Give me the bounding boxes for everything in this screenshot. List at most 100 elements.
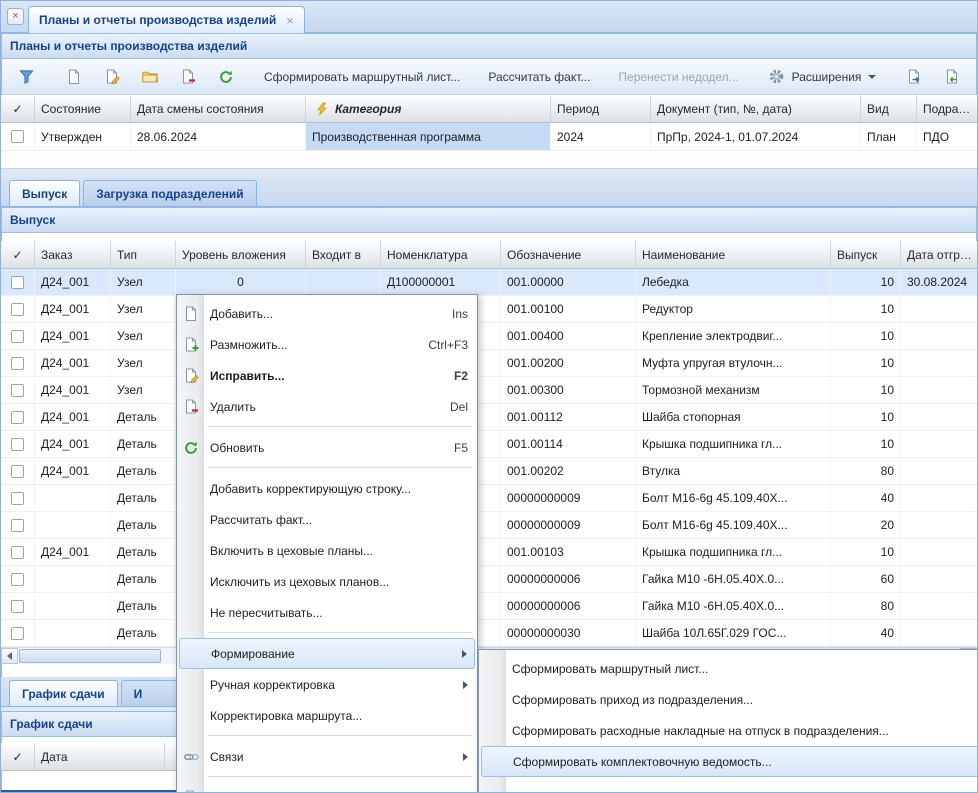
- menu-item-edit[interactable]: Исправить... F2: [177, 360, 477, 391]
- row-checkbox[interactable]: [11, 411, 24, 424]
- row-checkbox[interactable]: [11, 546, 24, 559]
- submenu-item-expense-invoices[interactable]: Сформировать расходные накладные на отпу…: [479, 715, 978, 746]
- row-checkbox[interactable]: [11, 465, 24, 478]
- menu-item-add-correction-row[interactable]: Добавить корректирующую строку...: [177, 473, 477, 504]
- cell-output-qty: 10: [831, 404, 901, 430]
- row-checkbox[interactable]: [11, 600, 24, 613]
- tab-department-load[interactable]: Загрузка подразделений: [83, 180, 256, 206]
- cell-designation: 001.00114: [501, 431, 636, 457]
- refresh-button[interactable]: [208, 64, 244, 90]
- column-header-select-all[interactable]: ✓: [1, 743, 35, 770]
- import-document-button[interactable]: [934, 64, 970, 90]
- table-row[interactable]: Д24_001 Деталь 001.00103 Крышка подшипни…: [1, 539, 977, 566]
- row-checkbox[interactable]: [11, 384, 24, 397]
- export-report-button[interactable]: [896, 64, 932, 90]
- add-document-button[interactable]: [56, 64, 92, 90]
- column-header-document[interactable]: Документ (тип, №, дата): [651, 95, 861, 122]
- menu-item-manual-correction[interactable]: Ручная корректировка: [177, 669, 477, 700]
- create-route-sheet-button[interactable]: Сформировать маршрутный лист...: [256, 65, 468, 89]
- row-checkbox[interactable]: [11, 357, 24, 370]
- column-header-output-qty[interactable]: Выпуск: [831, 241, 901, 268]
- cell-name: Втулка: [636, 458, 831, 484]
- column-header-state-date[interactable]: Дата смены состояния: [131, 95, 306, 122]
- table-row[interactable]: Д24_001 Узел 001.00200 Муфта упругая вту…: [1, 350, 977, 377]
- cell-type: Узел: [111, 350, 176, 376]
- output-tabstrip: Выпуск Загрузка подразделений: [1, 177, 977, 207]
- table-row[interactable]: Д24_001 Деталь 001.00114 Крышка подшипни…: [1, 431, 977, 458]
- menu-item-no-recalculate[interactable]: Не пересчитывать...: [177, 597, 477, 628]
- cell-designation: 00000000009: [501, 485, 636, 511]
- row-checkbox[interactable]: [11, 130, 24, 143]
- column-header-state[interactable]: Состояние: [35, 95, 131, 122]
- column-header-nesting-level[interactable]: Уровень вложения: [176, 241, 306, 268]
- cell-designation: 001.00200: [501, 350, 636, 376]
- edit-document-button[interactable]: [94, 64, 130, 90]
- tab-release[interactable]: Выпуск: [9, 180, 80, 206]
- menu-item-links[interactable]: Связи: [177, 741, 477, 772]
- row-checkbox[interactable]: [11, 627, 24, 640]
- column-header-category[interactable]: Категория: [306, 95, 551, 122]
- scrollbar-thumb[interactable]: [19, 649, 161, 663]
- column-header-kind[interactable]: Вид: [861, 95, 917, 122]
- extensions-button[interactable]: Расширения: [759, 64, 885, 90]
- tab-close-icon[interactable]: ×: [286, 14, 294, 27]
- delete-document-button[interactable]: [170, 64, 206, 90]
- table-row[interactable]: Д24_001 Узел 001.00300 Тормозной механиз…: [1, 377, 977, 404]
- submenu-item-receipt-from-department[interactable]: Сформировать приход из подразделения...: [479, 684, 978, 715]
- carry-over-unfinished-button[interactable]: Перенести недодел...: [610, 65, 746, 89]
- plan-table-row[interactable]: Утвержден 28.06.2024 Производственная пр…: [1, 123, 977, 151]
- table-row[interactable]: Деталь 00000000030 Шайба 10Л.65Г.029 ГОС…: [1, 620, 977, 647]
- table-row[interactable]: Д24_001 Деталь 001.00202 Втулка 80: [1, 458, 977, 485]
- tab-plans-reports[interactable]: Планы и отчеты производства изделий ×: [28, 6, 305, 33]
- open-document-button[interactable]: [132, 64, 168, 90]
- table-row[interactable]: Д24_001 Деталь 001.00112 Шайба стопорная…: [1, 404, 977, 431]
- submenu-item-partial[interactable]: [479, 777, 978, 793]
- column-header-department[interactable]: Подразделение: [917, 95, 978, 122]
- cell-checkbox: [1, 269, 35, 295]
- menu-item-exclude-shop-plans[interactable]: Исключить из цеховых планов...: [177, 566, 477, 597]
- filter-button[interactable]: [8, 64, 44, 90]
- table-row[interactable]: Д24_001 Узел 0 Д100000001 001.00000 Лебе…: [1, 269, 977, 296]
- tab-partial[interactable]: И: [121, 680, 181, 706]
- menu-item-calculate-fact[interactable]: Рассчитать факт...: [177, 504, 477, 535]
- submenu-item-route-sheet[interactable]: Сформировать маршрутный лист...: [479, 653, 978, 684]
- table-row[interactable]: Деталь 00000000009 Болт М16-6g 45.109.40…: [1, 512, 977, 539]
- table-row[interactable]: Деталь 00000000009 Болт М16-6g 45.109.40…: [1, 485, 977, 512]
- menu-item-forming[interactable]: Формирование: [179, 638, 475, 669]
- column-header-select-all[interactable]: ✓: [1, 241, 35, 268]
- submenu-item-picking-list[interactable]: Сформировать комплектовочную ведомость..…: [481, 746, 978, 777]
- column-header-period[interactable]: Период: [551, 95, 651, 122]
- calculate-fact-button[interactable]: Рассчитать факт...: [480, 65, 598, 89]
- menu-item-partial[interactable]: [177, 782, 477, 793]
- column-header-designation[interactable]: Обозначение: [501, 241, 636, 268]
- column-header-nomenclature[interactable]: Номенклатура: [381, 241, 501, 268]
- column-header-name[interactable]: Наименование: [636, 241, 831, 268]
- row-checkbox[interactable]: [11, 303, 24, 316]
- row-checkbox[interactable]: [11, 492, 24, 505]
- column-header-ship-date[interactable]: Дата отгрузки: [901, 241, 978, 268]
- tab-delivery-schedule[interactable]: График сдачи: [9, 680, 118, 706]
- menu-item-add[interactable]: Добавить... Ins: [177, 298, 477, 329]
- menu-item-refresh[interactable]: Обновить F5: [177, 432, 477, 463]
- column-header-type[interactable]: Тип: [111, 241, 176, 268]
- row-checkbox[interactable]: [11, 330, 24, 343]
- menu-item-duplicate[interactable]: Размножить... Ctrl+F3: [177, 329, 477, 360]
- menu-item-include-shop-plans[interactable]: Включить в цеховые планы...: [177, 535, 477, 566]
- close-all-tabs-icon[interactable]: ×: [7, 8, 24, 25]
- row-checkbox[interactable]: [11, 573, 24, 586]
- table-row[interactable]: Деталь 00000000006 Гайка М10 -6Н.05.40Х.…: [1, 593, 977, 620]
- table-row[interactable]: Деталь 00000000006 Гайка М10 -6Н.05.40Х.…: [1, 566, 977, 593]
- column-header-parent[interactable]: Входит в: [306, 241, 381, 268]
- row-checkbox[interactable]: [11, 519, 24, 532]
- row-checkbox[interactable]: [11, 276, 24, 289]
- menu-item-delete[interactable]: Удалить Del: [177, 391, 477, 422]
- scroll-left-button[interactable]: [1, 648, 18, 664]
- table-row[interactable]: Д24_001 Узел 001.00100 Редуктор 10: [1, 296, 977, 323]
- column-header-order[interactable]: Заказ: [35, 241, 111, 268]
- links-chain-icon: [181, 749, 201, 765]
- row-checkbox[interactable]: [11, 438, 24, 451]
- table-row[interactable]: Д24_001 Узел 001.00400 Крепление электро…: [1, 323, 977, 350]
- column-header-date[interactable]: Дата: [35, 743, 165, 770]
- column-header-select-all[interactable]: ✓: [1, 95, 35, 122]
- menu-item-route-correction[interactable]: Корректировка маршрута...: [177, 700, 477, 731]
